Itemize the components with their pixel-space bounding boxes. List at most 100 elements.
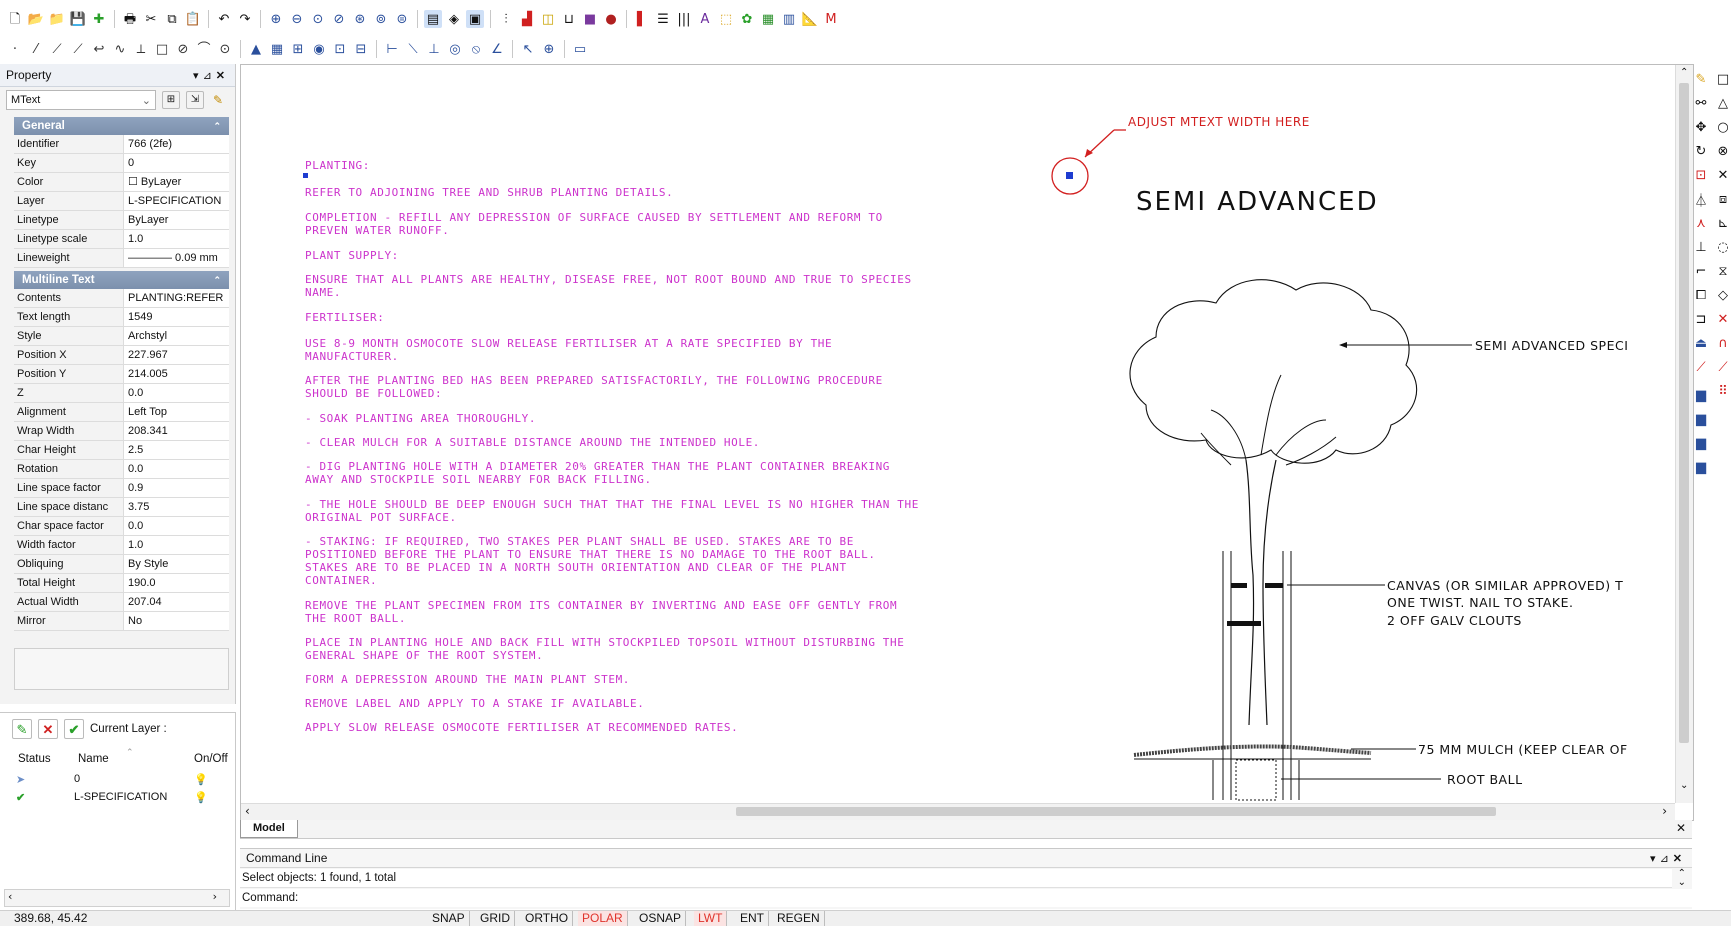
- status-toggle-grid[interactable]: GRID: [476, 911, 515, 926]
- new-icon[interactable]: 🗋: [6, 10, 24, 28]
- redo-icon[interactable]: ↷: [236, 10, 254, 28]
- property-value[interactable]: 0.0: [124, 384, 229, 402]
- property-row[interactable]: Style Archstyl: [14, 327, 229, 346]
- property-row[interactable]: Key 0: [14, 154, 229, 173]
- close-icon[interactable]: ✕: [216, 70, 229, 82]
- scroll-right-icon[interactable]: ›: [213, 890, 217, 903]
- property-value[interactable]: 208.341: [124, 422, 229, 440]
- bulb-on-icon[interactable]: 💡: [194, 773, 208, 786]
- horizontal-scrollbar[interactable]: ‹ ›: [241, 803, 1675, 820]
- table-draw-icon[interactable]: ▦: [268, 40, 286, 58]
- intersect-tool-icon[interactable]: ⊗: [1714, 142, 1731, 160]
- point-icon[interactable]: ·: [6, 40, 24, 58]
- property-row[interactable]: Color ☐ ByLayer: [14, 173, 229, 192]
- image-icon[interactable]: ■: [581, 10, 599, 28]
- trim-icon[interactable]: ⋏: [1692, 214, 1710, 232]
- toggle-pickadd-icon[interactable]: ✎: [210, 92, 226, 108]
- rotate-icon[interactable]: ↻: [1692, 142, 1710, 160]
- dim-radius-icon[interactable]: ◎: [446, 40, 464, 58]
- drawing-canvas[interactable]: PLANTING: REFER TO ADJOINING TREE AND SHR…: [240, 64, 1694, 821]
- paste-icon[interactable]: 📋: [184, 10, 202, 28]
- move-icon[interactable]: ✥: [1692, 118, 1710, 136]
- vertical-scroll-thumb[interactable]: [1679, 83, 1689, 743]
- property-row[interactable]: Lineweight ———— 0.09 mm: [14, 249, 229, 268]
- open2-icon[interactable]: 📁: [48, 10, 66, 28]
- draworder-under-icon[interactable]: ▆: [1692, 458, 1710, 476]
- dim-aligned-icon[interactable]: ⟍: [404, 40, 422, 58]
- property-row[interactable]: Wrap Width 208.341: [14, 422, 229, 441]
- property-value[interactable]: 766 (2fe): [124, 135, 229, 153]
- property-row[interactable]: Actual Width 207.04: [14, 593, 229, 612]
- perpendicular-tool-icon[interactable]: ⊾: [1714, 214, 1731, 232]
- property-row[interactable]: Text length 1549: [14, 308, 229, 327]
- print-icon[interactable]: 🖶: [121, 10, 139, 28]
- property-row[interactable]: Position X 227.967: [14, 346, 229, 365]
- property-value[interactable]: By Style: [124, 555, 229, 573]
- object-type-select[interactable]: MText ⌄: [6, 90, 156, 110]
- new-layer-icon[interactable]: ✎: [12, 719, 32, 739]
- property-value[interactable]: 2.5: [124, 441, 229, 459]
- sheet-icon[interactable]: ▥: [780, 10, 798, 28]
- property-value[interactable]: ☐ ByLayer: [124, 173, 229, 191]
- line-icon[interactable]: ⁄: [27, 40, 45, 58]
- leader-icon[interactable]: ↖: [519, 40, 537, 58]
- zoom-prev-icon[interactable]: ⊘: [330, 10, 348, 28]
- ellipse-icon[interactable]: ⊙: [216, 40, 234, 58]
- color-icon[interactable]: ●: [602, 10, 620, 28]
- property-row[interactable]: Rotation 0.0: [14, 460, 229, 479]
- copy-icon[interactable]: ⧉: [163, 10, 181, 28]
- dim-baseline-icon[interactable]: ⊥: [425, 40, 443, 58]
- status-toggle-ent[interactable]: ENT: [736, 911, 769, 926]
- magnet-icon[interactable]: ∩: [1714, 334, 1731, 352]
- snap-tracking-icon[interactable]: ⟋: [1714, 358, 1731, 376]
- xref-icon[interactable]: ⬚: [717, 10, 735, 28]
- layout-icon[interactable]: ▣: [466, 10, 484, 28]
- property-value[interactable]: PLANTING:REFER: [124, 289, 229, 307]
- property-value[interactable]: 1.0: [124, 230, 229, 248]
- property-row[interactable]: Line space distanc 3.75: [14, 498, 229, 517]
- property-value[interactable]: 0.0: [124, 460, 229, 478]
- property-value[interactable]: ByLayer: [124, 211, 229, 229]
- property-value[interactable]: 0: [124, 154, 229, 172]
- hatch-icon[interactable]: ▟: [518, 10, 536, 28]
- property-value[interactable]: 0.9: [124, 479, 229, 497]
- collapse-icon[interactable]: ⌃: [213, 121, 221, 132]
- measure-icon[interactable]: 📐: [801, 10, 819, 28]
- extend-icon[interactable]: ⊥: [1692, 238, 1710, 256]
- status-column-header[interactable]: Status: [18, 753, 51, 765]
- mtext-grip[interactable]: [303, 173, 308, 178]
- status-toggle-snap[interactable]: SNAP: [428, 911, 470, 926]
- status-toggle-ortho[interactable]: ORTHO: [521, 911, 574, 926]
- rectangle-tool-icon[interactable]: □: [1714, 70, 1731, 88]
- ray-icon[interactable]: ⟋: [69, 40, 87, 58]
- dropdown-icon[interactable]: ▾: [193, 70, 203, 82]
- zoom-window-icon[interactable]: ⊛: [351, 10, 369, 28]
- dropdown-icon[interactable]: ▾: [1650, 853, 1660, 865]
- table-icon[interactable]: ⊔: [560, 10, 578, 28]
- circle-tool-icon[interactable]: ○: [1714, 118, 1731, 136]
- clear-snap-icon[interactable]: ✕: [1714, 310, 1731, 328]
- snap-settings-icon[interactable]: ⠿: [1714, 382, 1731, 400]
- zoom-in-icon[interactable]: ⊕: [267, 10, 285, 28]
- layer-row[interactable]: ✔ L-SPECIFICATION 💡: [8, 791, 228, 807]
- property-row[interactable]: Char Height 2.5: [14, 441, 229, 460]
- scroll-right-icon[interactable]: ›: [1662, 804, 1667, 818]
- property-row[interactable]: Width factor 1.0: [14, 536, 229, 555]
- tangent-tool-icon[interactable]: ◌: [1714, 238, 1731, 256]
- cut-icon[interactable]: ✂: [142, 10, 160, 28]
- save-icon[interactable]: 💾: [69, 10, 87, 28]
- rectangle-icon[interactable]: □: [153, 40, 171, 58]
- block-insert-icon[interactable]: ⊞: [289, 40, 307, 58]
- status-toggle-lwt[interactable]: LWT: [694, 911, 728, 926]
- bulb-on-icon[interactable]: 💡: [194, 791, 208, 804]
- block-icon[interactable]: ◫: [539, 10, 557, 28]
- quick-select-icon[interactable]: ⊞: [162, 91, 180, 109]
- property-value[interactable]: 214.005: [124, 365, 229, 383]
- dim-diameter-icon[interactable]: ⦸: [467, 40, 485, 58]
- set-current-icon[interactable]: ✔: [64, 719, 84, 739]
- property-row[interactable]: Total Height 190.0: [14, 574, 229, 593]
- offset-icon[interactable]: ⊐: [1692, 310, 1710, 328]
- scroll-down-icon[interactable]: ⌄: [1680, 780, 1688, 791]
- fillet-icon[interactable]: ⟋: [1692, 358, 1710, 376]
- zoom-all-icon[interactable]: ⊜: [393, 10, 411, 28]
